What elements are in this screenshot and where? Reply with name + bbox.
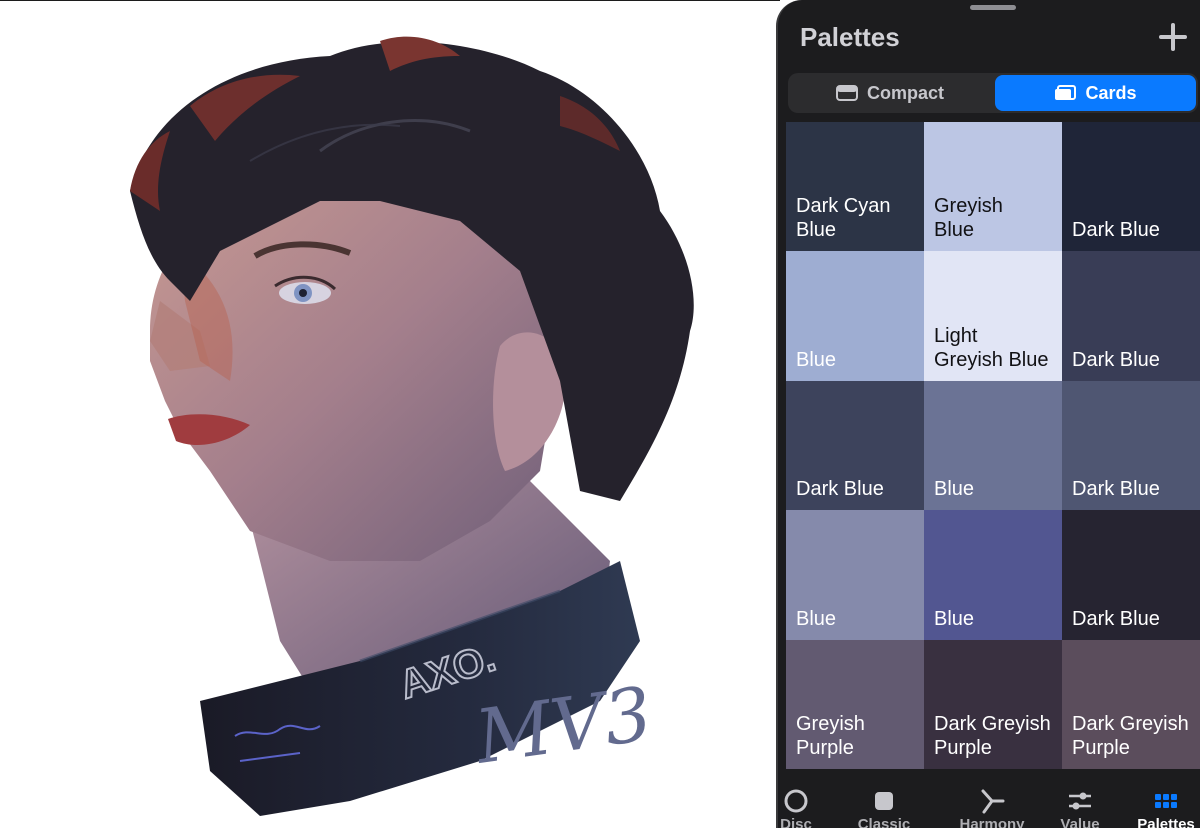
drawing-canvas[interactable]: AXO. MV3 xyxy=(0,1,780,828)
tab-value-label: Value xyxy=(1060,816,1100,828)
tab-classic[interactable]: Classic xyxy=(842,769,926,828)
tab-harmony[interactable]: Harmony xyxy=(950,769,1034,828)
swatch-card[interactable]: Dark Greyish Purple xyxy=(1062,639,1200,769)
color-tab-bar: Disc Classic Harmony Value Palettes xyxy=(778,769,1200,828)
cards-icon xyxy=(1055,85,1077,100)
swatch-card[interactable]: Dark Blue xyxy=(1062,251,1200,381)
swatch-card[interactable]: Dark Blue xyxy=(786,380,924,511)
palettes-grid-icon xyxy=(1155,794,1177,808)
swatch-name: Dark Blue xyxy=(1072,219,1160,242)
panel-drag-handle[interactable] xyxy=(970,5,1016,10)
swatch-grid: Dark Cyan Blue Greyish Blue Dark Blue Blue L… xyxy=(786,122,1200,769)
swatch-card[interactable]: Blue xyxy=(924,510,1062,640)
tab-disc-label: Disc xyxy=(780,816,812,828)
swatch-card[interactable]: Dark Cyan Blue xyxy=(786,122,924,252)
tab-harmony-label: Harmony xyxy=(959,816,1025,828)
swatch-card[interactable]: Blue xyxy=(786,510,924,640)
swatch-name: Dark Blue xyxy=(1072,478,1160,501)
tab-classic-label: Classic xyxy=(857,816,911,828)
harmony-icon xyxy=(981,789,1005,814)
swatch-name: Dark Cyan Blue xyxy=(796,195,891,242)
swatch-name: Dark Greyish Purple xyxy=(1072,712,1189,759)
swatch-name: Blue xyxy=(796,607,837,630)
compact-card-icon xyxy=(835,85,858,101)
swatch-card[interactable]: Dark Blue xyxy=(1062,122,1200,252)
value-sliders-icon xyxy=(1069,792,1091,810)
swatch-card[interactable]: Blue xyxy=(924,380,1062,511)
tab-value[interactable]: Value xyxy=(1038,769,1122,828)
classic-square-icon xyxy=(875,792,893,810)
swatch-name: Dark Blue xyxy=(1072,607,1160,630)
compact-view-button[interactable]: Compact xyxy=(790,75,990,111)
swatch-name: Blue xyxy=(934,607,975,630)
swatch-name: Greyish Purple xyxy=(796,712,865,759)
swatch-card[interactable]: Dark Blue xyxy=(1062,380,1200,511)
cards-view-button[interactable]: Cards xyxy=(995,75,1196,111)
swatch-name: Light Greyish Blue xyxy=(934,324,1049,371)
swatch-name: Dark Blue xyxy=(796,478,884,501)
add-palette-button[interactable] xyxy=(1156,20,1190,54)
swatch-name: Greyish Blue xyxy=(934,195,1003,242)
tab-palettes-label: Palettes xyxy=(1137,816,1195,828)
swatch-card[interactable]: Light Greyish Blue xyxy=(924,251,1062,381)
disc-icon xyxy=(784,789,808,813)
swatch-card[interactable]: Blue xyxy=(786,251,924,381)
panel-title: Palettes xyxy=(800,22,900,52)
swatch-name: Blue xyxy=(934,478,975,501)
cards-view-label: Cards xyxy=(1085,82,1137,103)
swatch-card[interactable]: Greyish Purple xyxy=(786,639,924,769)
app-screen: AXO. MV3 Palettes Compact Cards Dark Cya… xyxy=(0,0,1200,828)
tab-disc[interactable]: Disc xyxy=(778,769,838,828)
view-mode-control: Compact Cards xyxy=(788,73,1198,113)
portrait-artwork: AXO. MV3 xyxy=(130,36,694,816)
swatch-name: Dark Greyish Purple xyxy=(934,712,1051,759)
swatch-card[interactable]: Dark Blue xyxy=(1062,510,1200,640)
compact-view-label: Compact xyxy=(866,82,944,103)
palettes-panel: Palettes Compact Cards Dark Cyan Blue Gre… xyxy=(776,0,1200,828)
swatch-card[interactable]: Dark Greyish Purple xyxy=(924,639,1062,769)
tab-palettes[interactable]: Palettes xyxy=(1124,769,1200,828)
swatch-name: Dark Blue xyxy=(1072,348,1160,371)
swatch-name: Blue xyxy=(796,348,837,371)
swatch-card[interactable]: Greyish Blue xyxy=(924,122,1062,252)
